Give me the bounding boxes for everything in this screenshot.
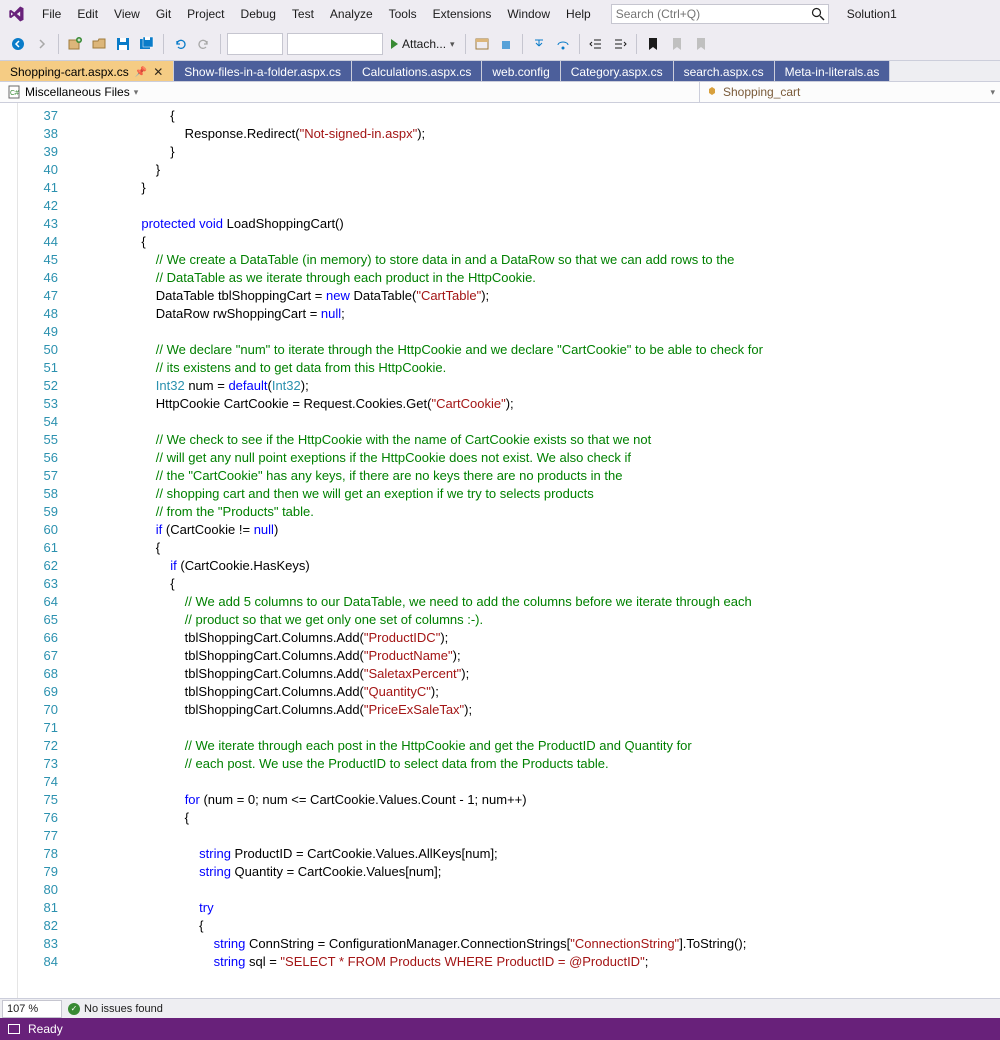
menu-view[interactable]: View: [114, 7, 140, 21]
code-area[interactable]: { Response.Redirect("Not-signed-in.aspx"…: [98, 103, 1000, 1023]
outline-margin: [68, 103, 98, 1023]
nav-fwd-button[interactable]: [31, 33, 53, 55]
document-tab[interactable]: Shopping-cart.aspx.cs📌✕: [0, 61, 174, 81]
check-icon: ✓: [68, 1003, 80, 1015]
save-all-button[interactable]: [136, 33, 158, 55]
next-bookmark-button[interactable]: [690, 33, 712, 55]
solution-name: Solution1: [847, 7, 897, 21]
nav-back-button[interactable]: [7, 33, 29, 55]
editor-status-strip: 107 % ✓ No issues found: [0, 998, 1000, 1018]
undo-button[interactable]: [169, 33, 191, 55]
pin-icon[interactable]: 📌: [135, 67, 147, 78]
document-tab[interactable]: Meta-in-literals.as: [775, 61, 891, 81]
menu-tools[interactable]: Tools: [389, 7, 417, 21]
menu-git[interactable]: Git: [156, 7, 171, 21]
status-bar: Ready: [0, 1018, 1000, 1040]
menu-edit[interactable]: Edit: [77, 7, 98, 21]
glyph-margin: [0, 103, 18, 1023]
menu-help[interactable]: Help: [566, 7, 591, 21]
bookmark-button[interactable]: [642, 33, 664, 55]
platform-dropdown[interactable]: [287, 33, 383, 55]
project-dropdown[interactable]: C# Miscellaneous Files ▾: [2, 82, 322, 102]
open-button[interactable]: [88, 33, 110, 55]
close-icon[interactable]: ✕: [153, 65, 163, 79]
document-tabs: Shopping-cart.aspx.cs📌✕Show-files-in-a-f…: [0, 61, 1000, 82]
code-editor[interactable]: 3738394041424344454647484950515253545556…: [0, 103, 1000, 1023]
menu-analyze[interactable]: Analyze: [330, 7, 373, 21]
attach-button[interactable]: Attach...▾: [387, 33, 459, 55]
indent-more-button[interactable]: [609, 33, 631, 55]
prev-bookmark-button[interactable]: [666, 33, 688, 55]
indent-less-button[interactable]: [585, 33, 607, 55]
class-icon: [705, 85, 719, 99]
document-tab[interactable]: web.config: [482, 61, 560, 81]
menu-bar: File Edit View Git Project Debug Test Analyze To…: [0, 0, 1000, 28]
menu-test[interactable]: Test: [292, 7, 314, 21]
menu-extensions[interactable]: Extensions: [433, 7, 492, 21]
publish-button[interactable]: [495, 33, 517, 55]
menu-file[interactable]: File: [42, 7, 61, 21]
menu-debug[interactable]: Debug: [241, 7, 276, 21]
svg-text:C#: C#: [10, 90, 19, 97]
menu-window[interactable]: Window: [507, 7, 550, 21]
line-numbers: 3738394041424344454647484950515253545556…: [18, 103, 68, 1023]
visual-studio-icon: [6, 4, 26, 24]
step-over-button[interactable]: [552, 33, 574, 55]
error-indicator[interactable]: ✓ No issues found: [68, 1003, 163, 1015]
menu-project[interactable]: Project: [187, 7, 224, 21]
document-tab[interactable]: Calculations.aspx.cs: [352, 61, 482, 81]
browser-link-button[interactable]: [471, 33, 493, 55]
toolbar: Attach...▾: [0, 28, 1000, 61]
document-tab[interactable]: Category.aspx.cs: [561, 61, 674, 81]
navigation-bar: C# Miscellaneous Files ▾ Shopping_cart ▾: [0, 82, 1000, 103]
search-icon[interactable]: [810, 6, 826, 22]
document-tab[interactable]: search.aspx.cs: [674, 61, 775, 81]
search-box[interactable]: [611, 4, 829, 24]
status-text: Ready: [28, 1022, 63, 1036]
save-button[interactable]: [112, 33, 134, 55]
document-tab[interactable]: Show-files-in-a-folder.aspx.cs: [174, 61, 352, 81]
new-project-button[interactable]: [64, 33, 86, 55]
search-input[interactable]: [612, 5, 828, 23]
redo-button[interactable]: [193, 33, 215, 55]
window-mgmt-icon[interactable]: [8, 1024, 20, 1034]
zoom-dropdown[interactable]: 107 %: [2, 1000, 62, 1018]
type-dropdown[interactable]: Shopping_cart ▾: [700, 82, 1000, 102]
config-dropdown[interactable]: [227, 33, 283, 55]
csharp-file-icon: C#: [7, 85, 21, 99]
step-into-button[interactable]: [528, 33, 550, 55]
